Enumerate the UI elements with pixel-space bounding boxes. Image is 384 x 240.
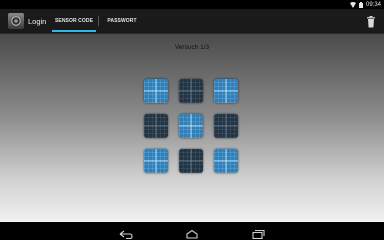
- back-icon[interactable]: [118, 226, 134, 240]
- recent-apps-icon[interactable]: [250, 226, 266, 240]
- main-content: Versuch 1/3: [0, 34, 384, 222]
- app-title: Login: [28, 16, 47, 26]
- tab-passwort[interactable]: PASSWORT: [99, 9, 145, 34]
- status-time: 09:34: [365, 1, 381, 8]
- sensor-cell-7[interactable]: [144, 149, 168, 173]
- home-icon[interactable]: [184, 226, 200, 239]
- trash-icon[interactable]: [366, 15, 376, 28]
- action-bar: Login SENSOR CODE PASSWORT: [0, 9, 384, 34]
- tab-passwort-label: PASSWORT: [107, 18, 137, 24]
- sensor-cell-5[interactable]: [179, 114, 203, 138]
- sensor-cell-6[interactable]: [214, 114, 238, 138]
- sensor-cell-2[interactable]: [179, 79, 203, 103]
- tab-sensor-code-label: SENSOR CODE: [54, 18, 94, 24]
- battery-icon: [358, 1, 363, 8]
- attempt-counter: Versuch 1/3: [174, 44, 210, 51]
- navigation-bar: [0, 222, 384, 240]
- sensor-cell-9[interactable]: [214, 149, 238, 173]
- sensor-cell-8[interactable]: [179, 149, 203, 173]
- sensor-pattern-grid: [144, 79, 240, 175]
- tab-sensor-code[interactable]: SENSOR CODE: [50, 9, 98, 34]
- wifi-icon: [349, 1, 356, 8]
- app-logo-icon[interactable]: [8, 13, 24, 29]
- sensor-cell-1[interactable]: [144, 79, 168, 103]
- sensor-cell-4[interactable]: [144, 114, 168, 138]
- sensor-cell-3[interactable]: [214, 79, 238, 103]
